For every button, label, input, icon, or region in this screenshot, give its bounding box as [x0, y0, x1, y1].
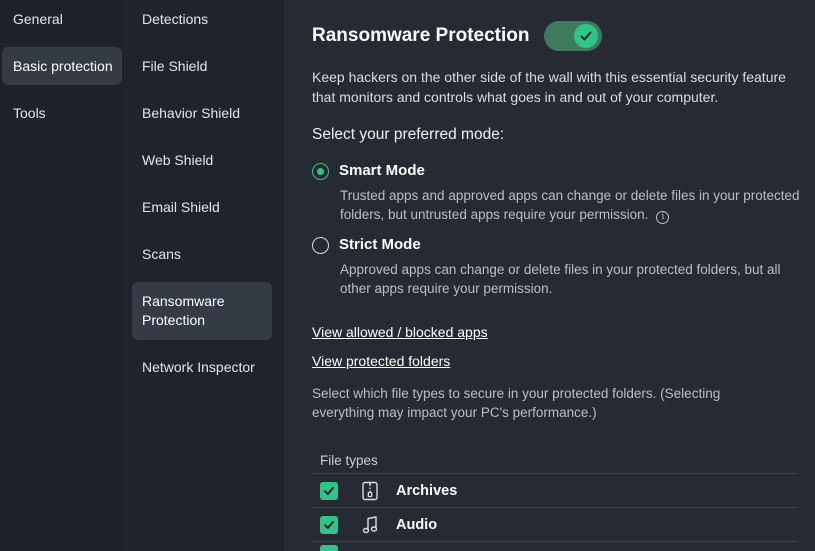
file-type-label: Archives — [396, 482, 458, 499]
subnav-item-scans[interactable]: Scans — [132, 235, 272, 273]
sidebar-item-label: Tools — [13, 105, 46, 121]
view-allowed-blocked-apps-link[interactable]: View allowed / blocked apps — [312, 324, 488, 340]
sidebar-item-label: Basic protection — [13, 58, 113, 74]
smart-mode-radio[interactable] — [312, 163, 329, 180]
table-row — [312, 542, 798, 551]
file-types-note: Select which file types to secure in you… — [312, 386, 721, 420]
table-row: Archives — [312, 474, 798, 508]
settings-panel: Ransomware Protection Keep hackers on th… — [284, 0, 815, 551]
audio-checkbox[interactable] — [320, 515, 338, 534]
table-row: Audio — [312, 508, 798, 542]
feature-description: Keep hackers on the other side of the wa… — [312, 69, 786, 105]
smart-mode-title[interactable]: Smart Mode — [339, 162, 425, 179]
checkmark-icon — [324, 486, 334, 495]
sidebar-item-basic-protection[interactable]: Basic protection — [2, 47, 122, 85]
subnav-item-label: Behavior Shield — [142, 104, 241, 121]
file-type-label: Audio — [396, 516, 438, 533]
page-title: Ransomware Protection — [312, 25, 530, 46]
sidebar-item-tools[interactable]: Tools — [2, 94, 122, 132]
smart-mode-description: Trusted apps and approved apps can chang… — [340, 186, 810, 224]
view-protected-folders-link[interactable]: View protected folders — [312, 353, 450, 369]
subnav-item-label: Network Inspector — [142, 358, 255, 375]
sidebar-item-label: General — [13, 11, 63, 27]
ransomware-protection-toggle[interactable] — [544, 21, 602, 51]
subnav-item-file-shield[interactable]: File Shield — [132, 47, 272, 85]
strict-mode-title[interactable]: Strict Mode — [339, 236, 421, 253]
subnav-item-ransomware-protection[interactable]: Ransomware Protection — [132, 282, 272, 340]
info-icon[interactable]: i — [656, 211, 670, 224]
subnav-item-label: Ransomware Protection — [142, 293, 225, 328]
next-file-type-checkbox[interactable] — [320, 545, 338, 551]
subnav-item-label: Detections — [142, 10, 209, 27]
strict-mode-description: Approved apps can change or delete files… — [340, 262, 781, 296]
strict-mode-radio[interactable] — [312, 237, 329, 254]
archives-checkbox[interactable] — [320, 481, 338, 500]
checkmark-icon — [324, 520, 334, 529]
subnav-item-label: Scans — [142, 245, 181, 262]
subnav-item-web-shield[interactable]: Web Shield — [132, 141, 272, 179]
primary-sidebar: General Basic protection Tools — [0, 0, 126, 551]
toggle-knob — [574, 24, 598, 48]
file-types-table: File types Archives Audio — [312, 447, 798, 551]
subnav-item-behavior-shield[interactable]: Behavior Shield — [132, 94, 272, 132]
sidebar-item-general[interactable]: General — [2, 0, 122, 38]
smart-mode-description-text: Trusted apps and approved apps can chang… — [340, 188, 800, 222]
music-note-icon — [360, 515, 380, 535]
subnav-item-label: Web Shield — [142, 151, 214, 168]
archive-zip-icon — [360, 481, 380, 501]
subnav-item-label: File Shield — [142, 57, 208, 74]
subnav-item-detections[interactable]: Detections — [132, 0, 272, 38]
mode-heading: Select your preferred mode: — [312, 126, 505, 143]
subnav-item-label: Email Shield — [142, 198, 220, 215]
app-window: General Basic protection Tools Detection… — [0, 0, 815, 551]
secondary-sidebar: Detections File Shield Behavior Shield W… — [126, 0, 284, 551]
checkmark-icon — [580, 31, 592, 41]
subnav-item-email-shield[interactable]: Email Shield — [132, 188, 272, 226]
subnav-item-network-inspector[interactable]: Network Inspector — [132, 348, 272, 386]
file-types-header: File types — [312, 447, 798, 474]
